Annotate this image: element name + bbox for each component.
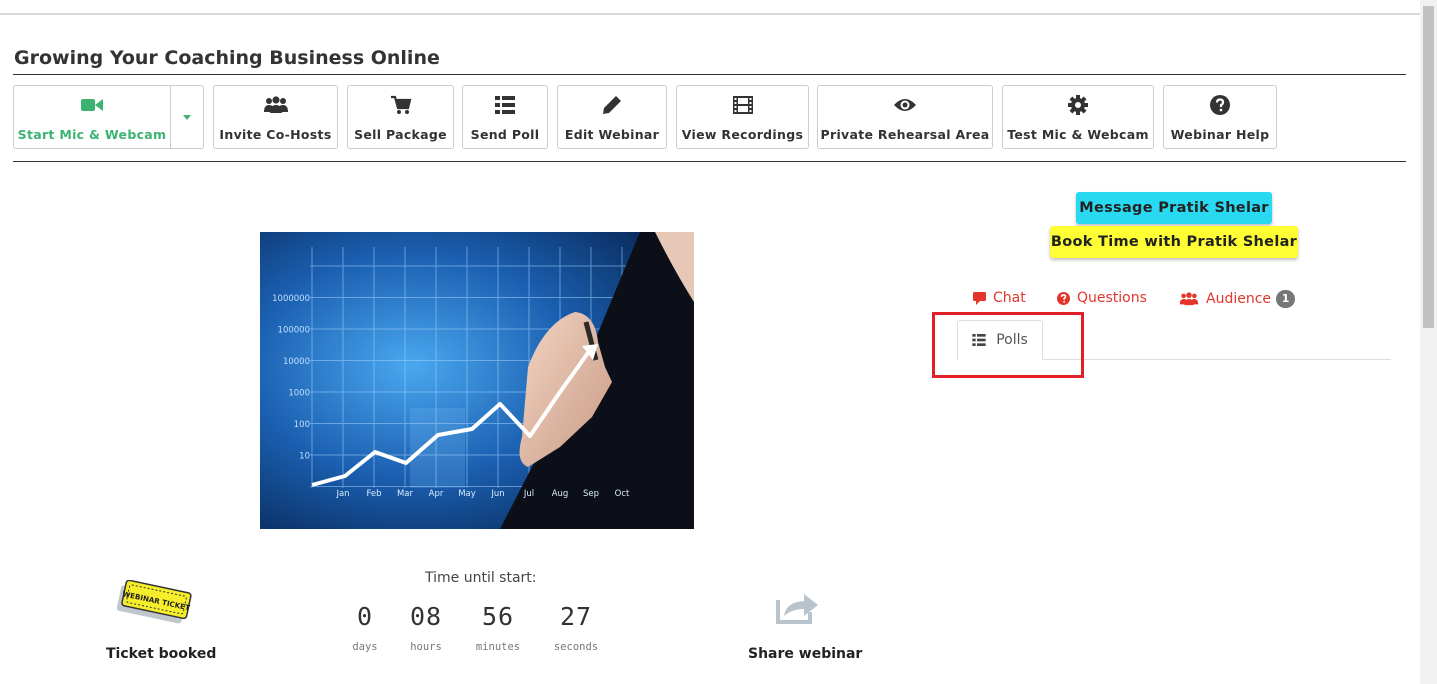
comment-icon [973,291,986,305]
cover-x-tick: Oct [615,489,630,499]
highlight-box [932,312,1084,378]
page-title: Growing Your Coaching Business Online [14,47,440,69]
countdown-days-label: days [352,641,378,653]
test-mic-webcam-button[interactable]: Test Mic & Webcam [1002,85,1154,149]
tab-questions[interactable]: Questions [1057,290,1147,306]
cover-y-tick: 1000000 [272,294,310,304]
invite-co-hosts-label: Invite Co-Hosts [219,127,332,142]
cover-x-tick: Jul [523,489,534,499]
private-rehearsal-area-button[interactable]: Private Rehearsal Area [817,85,993,149]
view-recordings-button[interactable]: View Recordings [676,85,809,149]
tab-audience-label: Audience [1206,291,1272,307]
users-icon [1179,292,1199,306]
top-divider [0,13,1420,15]
cover-x-tick: Jan [335,489,349,499]
send-poll-label: Send Poll [470,127,540,142]
ticket-booked-label: Ticket booked [106,646,217,662]
countdown-seconds: 27 [559,602,593,631]
invite-co-hosts-button[interactable]: Invite Co-Hosts [213,85,338,149]
send-poll-button[interactable]: Send Poll [462,85,548,149]
cover-y-tick: 10 [299,452,310,462]
cover-y-tick: 100 [294,420,310,430]
edit-webinar-button[interactable]: Edit Webinar [557,85,667,149]
webinar-help-label: Webinar Help [1170,127,1270,142]
eye-icon [893,95,917,115]
countdown-seconds-label: seconds [553,641,599,653]
users-icon [263,95,289,115]
shopping-cart-icon [390,95,412,115]
cover-x-tick: Sep [583,489,599,499]
countdown-title: Time until start: [425,570,537,586]
sell-package-button[interactable]: Sell Package [347,85,454,149]
audience-count-badge: 1 [1276,290,1296,308]
cover-x-tick: Aug [552,489,569,499]
countdown-hours-label: hours [410,641,442,653]
tab-chat-label: Chat [993,290,1026,306]
cover-y-tick: 1000 [288,389,310,399]
share-icon[interactable] [776,590,820,628]
cover-x-tick: Apr [429,489,444,499]
tab-questions-label: Questions [1077,290,1147,306]
message-host-button[interactable]: Message Pratik Shelar [1076,192,1272,224]
cover-x-tick: Mar [397,489,414,499]
webinar-help-button[interactable]: Webinar Help [1163,85,1277,149]
ticket-icon: WEBINAR TICKET [112,579,196,636]
question-circle-icon [1057,291,1070,305]
gear-icon [1068,95,1088,115]
cover-x-tick: Feb [366,489,381,499]
edit-webinar-label: Edit Webinar [564,127,660,142]
cover-x-tick: Jun [490,489,504,499]
scrollbar[interactable] [1420,0,1437,684]
start-mic-webcam-label: Start Mic & Webcam [17,127,167,142]
tab-audience[interactable]: Audience 1 [1179,290,1296,308]
cover-y-tick: 10000 [283,357,310,367]
cover-y-tick: 100000 [278,326,310,336]
countdown-minutes: 56 [481,602,515,631]
question-circle-icon [1210,95,1230,115]
private-rehearsal-area-label: Private Rehearsal Area [820,127,990,142]
share-webinar-label[interactable]: Share webinar [748,646,862,662]
test-mic-webcam-label: Test Mic & Webcam [1007,127,1149,142]
list-icon [495,95,515,115]
caret-down-icon [183,115,191,120]
countdown-hours: 08 [409,602,443,631]
pencil-icon [602,95,622,115]
countdown-days: 0 [356,602,374,631]
scrollbar-thumb[interactable] [1423,6,1434,328]
toolbar-divider [13,161,1406,162]
start-mic-webcam-button[interactable]: Start Mic & Webcam [13,85,171,149]
cover-x-tick: May [458,489,476,499]
film-icon [732,95,753,115]
start-options-dropdown[interactable] [170,85,204,149]
video-camera-icon [81,95,103,115]
book-time-button[interactable]: Book Time with Pratik Shelar [1050,226,1298,258]
countdown-minutes-label: minutes [475,641,521,653]
view-recordings-label: View Recordings [681,127,804,142]
sell-package-label: Sell Package [354,127,447,142]
title-divider [13,74,1406,75]
webinar-cover-image: 1000000 100000 10000 1000 100 10 Jan Feb Mar Apr… [260,232,694,529]
tab-chat[interactable]: Chat [973,290,1026,306]
